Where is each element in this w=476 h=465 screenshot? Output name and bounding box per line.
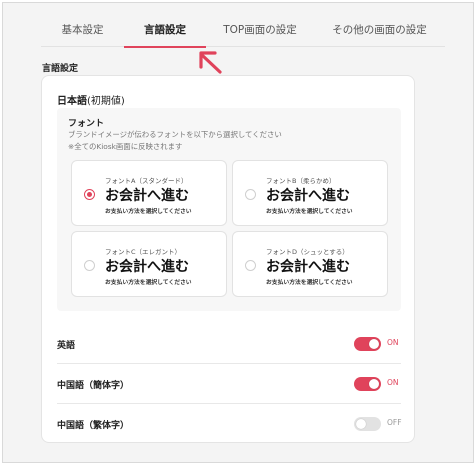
tab-basic-settings[interactable]: 基本設定 [41,15,124,47]
font-option-b[interactable]: フォントB（柔らかめ） お会計へ進む お支払い方法を選択してください [232,160,388,226]
language-row-chinese-simplified: 中国語（簡体字） ON [57,363,401,403]
font-option-d[interactable]: フォントD（シュッとする） お会計へ進む お支払い方法を選択してください [232,231,388,297]
toggle-state-label: OFF [387,418,402,427]
tab-language-settings[interactable]: 言語設定 [124,15,206,48]
font-option-subtext: お支払い方法を選択してください [266,209,353,215]
font-option-a-radio[interactable] [84,189,95,200]
japanese-title: 日本語(初期値) [57,92,125,107]
language-label: 中国語（繁体字） [57,421,130,431]
font-option-c-radio[interactable] [84,260,95,271]
japanese-title-label: 日本語 [57,96,87,107]
language-settings-card: 日本語(初期値) フォント ブランドイメージが伝わるフォントを以下から選択してく… [41,75,415,443]
settings-tabs: 基本設定 言語設定 TOP画面の設定 その他の画面の設定 [41,15,445,48]
font-option-sample: お会計へ進む [105,259,189,275]
tab-other-screen-settings[interactable]: その他の画面の設定 [314,15,445,47]
chinese-traditional-toggle[interactable] [354,417,381,431]
font-option-b-radio[interactable] [245,189,256,200]
chinese-simplified-toggle[interactable] [354,377,381,391]
font-option-sample: お会計へ進む [266,188,350,204]
font-description: ブランドイメージが伝わるフォントを以下から選択してください ※全てのKiosk画… [68,129,282,153]
settings-frame: 基本設定 言語設定 TOP画面の設定 その他の画面の設定 言語設定 日本語(初期… [2,2,474,463]
font-label: フォント [68,119,105,129]
font-option-sample: お会計へ進む [266,259,350,275]
font-description-line2: ※全てのKiosk画面に反映されます [68,142,183,151]
annotation-arrow-icon [199,51,222,74]
section-title: 言語設定 [42,64,79,74]
font-option-name: フォントD（シュッとする） [266,248,349,256]
font-option-c[interactable]: フォントC（エレガント） お会計へ進む お支払い方法を選択してください [71,231,227,297]
font-option-a[interactable]: フォントA（スタンダード） お会計へ進む お支払い方法を選択してください [71,160,227,226]
language-label: 中国語（簡体字） [57,381,130,391]
font-option-d-radio[interactable] [245,260,256,271]
language-row-chinese-traditional: 中国語（繁体字） OFF [57,403,402,443]
tab-top-screen-settings[interactable]: TOP画面の設定 [206,15,314,47]
toggle-knob [369,339,379,349]
font-option-name: フォントC（エレガント） [105,248,182,256]
font-option-sample: お会計へ進む [105,188,189,204]
language-label: 英語 [57,341,76,351]
font-description-line1: ブランドイメージが伝わるフォントを以下から選択してください [68,130,282,139]
font-option-name: フォントB（柔らかめ） [266,177,336,185]
font-option-subtext: お支払い方法を選択してください [266,280,353,286]
font-option-name: フォントA（スタンダード） [105,177,188,185]
font-option-subtext: お支払い方法を選択してください [105,209,192,215]
toggle-state-label: ON [387,338,399,347]
font-option-subtext: お支払い方法を選択してください [105,280,192,286]
toggle-knob [356,419,366,429]
english-toggle[interactable] [354,337,381,351]
toggle-knob [369,379,379,389]
toggle-state-label: ON [387,378,399,387]
language-row-english: 英語 ON [57,324,401,364]
japanese-title-suffix: (初期値) [87,96,125,107]
font-settings-box: フォント ブランドイメージが伝わるフォントを以下から選択してください ※全てのK… [57,108,401,311]
